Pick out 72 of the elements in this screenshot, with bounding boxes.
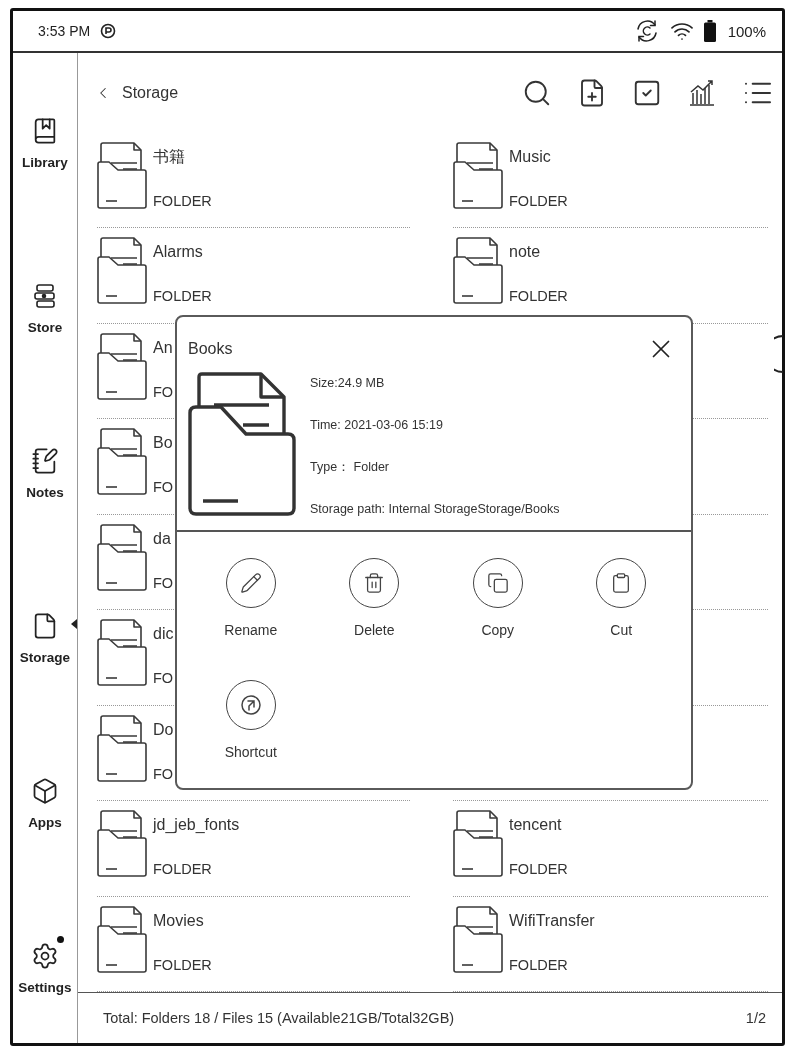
folder-name: note [509, 242, 542, 263]
cut-button[interactable]: Cut [596, 558, 647, 638]
folder-type-label: FOLDER [509, 955, 569, 975]
folder-icon[interactable] [97, 142, 147, 210]
detail-line: Size:24.9 MB [310, 375, 386, 392]
folder-type-label: FOLDER [153, 860, 213, 880]
folder-icon[interactable] [453, 142, 503, 210]
detail-line: Time: 2021-03-06 15:19 [310, 417, 444, 434]
folder-icon[interactable] [453, 905, 503, 974]
storage-summary: Total: Folders 18 / Files 15 (Available21GB/Total32GB) [103, 1010, 455, 1026]
battery-percentage: 100% [727, 22, 766, 40]
battery-icon [703, 20, 716, 42]
folder-icon[interactable] [453, 810, 503, 879]
status-circle-icon [100, 23, 117, 39]
cube-icon [31, 777, 59, 805]
folder-name: An [153, 337, 174, 358]
page-indicator: 1/2 [745, 1010, 766, 1026]
folder-type-label: FO [153, 478, 174, 498]
folder-name: da [153, 528, 172, 549]
notebook-icon [31, 447, 59, 475]
folder-icon[interactable] [97, 237, 147, 306]
dialog-title: Books [188, 340, 233, 358]
folder-type-label: FOLDER [153, 287, 212, 307]
sidebar-item[interactable]: Library [13, 53, 77, 218]
search-icon[interactable] [522, 78, 552, 108]
sidebar-item[interactable]: Notes [13, 383, 77, 548]
copy-button[interactable]: Copy [472, 558, 523, 638]
folder-icon[interactable] [97, 810, 147, 879]
folder-icon[interactable] [453, 237, 503, 306]
folder-name: Movies [153, 910, 205, 931]
shortcut-button[interactable]: Shortcut [224, 680, 277, 760]
folder-type-label: FOLDER [509, 192, 568, 211]
folder-type-label: FOLDER [153, 192, 212, 211]
arc-icon [774, 335, 783, 373]
folder-name: Alarms [153, 242, 204, 263]
sidebar-item[interactable]: Apps [13, 713, 77, 878]
folder-name: Music [509, 147, 552, 167]
settings-icon [31, 942, 59, 970]
sidebar-item[interactable]: Store [13, 218, 77, 383]
trash-icon [349, 558, 400, 608]
folder-name: dic [153, 624, 174, 645]
folder-icon[interactable] [97, 428, 147, 497]
folder-type-label: FOLDER [153, 955, 212, 975]
rename-button[interactable]: Rename [224, 558, 278, 638]
check-square-icon[interactable] [632, 78, 662, 108]
folder-icon[interactable] [97, 905, 147, 974]
folder-name: jd_jeb_fonts [153, 815, 240, 836]
bar-chart-icon[interactable] [687, 78, 717, 108]
sidebar-item[interactable]: Settings [13, 878, 77, 1043]
detail-line: Storage path: Internal StorageStorage/Books [310, 501, 560, 518]
folder-type-label: FO [153, 669, 174, 689]
clipboard-icon [596, 558, 647, 608]
folder-icon[interactable] [97, 523, 147, 592]
folder-type-label: FO [153, 382, 174, 402]
folder-icon[interactable] [97, 714, 147, 783]
delete-button[interactable]: Delete [349, 558, 400, 638]
sidebar-item[interactable]: Storage [13, 548, 77, 713]
detail-line: Type： Folder [310, 459, 390, 476]
folder-type-label: FOLDER [509, 287, 568, 307]
folder-name: tencent [509, 815, 563, 836]
folder-type-label: FOLDER [509, 860, 568, 880]
clock-time: 3:53 PM [38, 23, 91, 39]
folder-name: WifiTransfer [509, 910, 595, 931]
back-button[interactable]: Storage [94, 84, 179, 102]
folder-name: Bo [153, 433, 174, 454]
folder-type-label: FO [153, 573, 174, 593]
folder-icon[interactable] [97, 619, 147, 688]
folder-type-label: FO [153, 764, 174, 784]
folder-icon[interactable] [97, 332, 147, 401]
folder-icon [188, 372, 296, 517]
folder-name: Do [153, 719, 174, 740]
folder-name: 书籍 [153, 147, 186, 167]
